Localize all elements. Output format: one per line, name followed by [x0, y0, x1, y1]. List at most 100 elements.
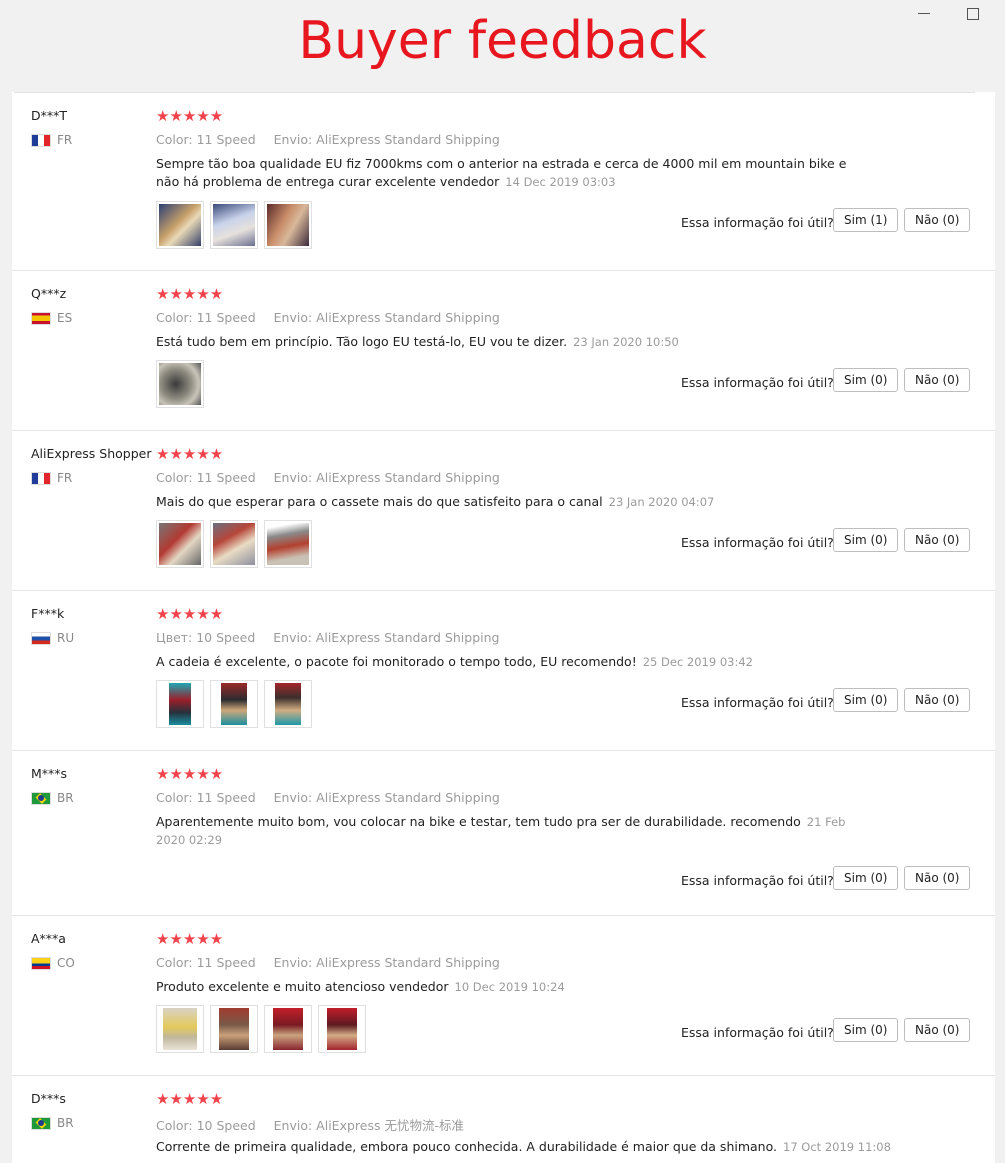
helpful-no-button[interactable]: Não (0) — [904, 688, 971, 712]
review-text-block: A cadeia é excelente, o pacote foi monit… — [156, 653, 856, 671]
review-date: 17 Oct 2019 11:08 — [783, 1140, 891, 1154]
helpful-prompt: Essa informação foi útil? — [681, 375, 834, 390]
review-meta: Color: 11 Speed Envio: AliExpress Standa… — [156, 470, 514, 485]
shipping-label: Envio: AliExpress Standard Shipping — [273, 310, 500, 325]
star-rating: ★★★★★ — [156, 930, 224, 948]
reviewer-name: M***s — [31, 766, 68, 781]
helpful-yes-button[interactable]: Sim (0) — [833, 528, 899, 552]
star-rating: ★★★★★ — [156, 765, 224, 783]
helpful-prompt: Essa informação foi útil? — [681, 1025, 834, 1040]
minimize-icon[interactable] — [918, 6, 932, 20]
review-photos — [156, 1005, 366, 1053]
maximize-icon[interactable] — [967, 8, 979, 20]
helpful-yes-button[interactable]: Sim (1) — [833, 208, 899, 232]
country-code: RU — [57, 631, 75, 645]
review-meta: Color: 10 Speed Envio: AliExpress 无忧物流-标… — [156, 1115, 478, 1134]
review-photo[interactable] — [210, 201, 258, 249]
review-item: A***a CO ★★★★★ Color: 11 Speed Envio: Al… — [12, 915, 995, 1076]
review-photos — [156, 680, 312, 728]
review-meta: Color: 11 Speed Envio: AliExpress Standa… — [156, 132, 514, 147]
review-item: D***s BR ★★★★★ Color: 10 Speed Envio: Al… — [12, 1075, 995, 1163]
variant-label: Color: 10 Speed — [156, 1118, 256, 1133]
review-text: A cadeia é excelente, o pacote foi monit… — [156, 654, 637, 669]
review-photo[interactable] — [318, 1005, 366, 1053]
review-date: 23 Jan 2020 10:50 — [573, 335, 679, 349]
variant-label: Цвет: 10 Speed — [156, 630, 256, 645]
review-photo[interactable] — [264, 201, 312, 249]
review-text-block: Aparentemente muito bom, vou colocar na … — [156, 813, 856, 849]
review-photo[interactable] — [156, 360, 204, 408]
review-photo[interactable] — [156, 201, 204, 249]
review-photo[interactable] — [156, 680, 204, 728]
reviewer-country: RU — [31, 631, 74, 645]
flag-es-icon — [31, 311, 51, 325]
helpful-no-button[interactable]: Não (0) — [904, 208, 971, 232]
review-text: Está tudo bem em princípio. Tão logo EU … — [156, 334, 568, 349]
review-text-block: Sempre tão boa qualidade EU fiz 7000kms … — [156, 155, 856, 191]
page-title: Buyer feedback — [298, 11, 707, 71]
shipping-label: Envio: AliExpress Standard Shipping — [273, 630, 500, 645]
review-photo[interactable] — [210, 520, 258, 568]
flag-fr-icon — [31, 133, 51, 147]
helpful-yes-button[interactable]: Sim (0) — [833, 368, 899, 392]
helpful-no-button[interactable]: Não (0) — [904, 528, 971, 552]
helpful-yes-button[interactable]: Sim (0) — [833, 1018, 899, 1042]
reviewer-country: BR — [31, 1116, 74, 1130]
reviewer-name: AliExpress Shopper — [31, 446, 152, 461]
review-text-block: Está tudo bem em princípio. Tão logo EU … — [156, 333, 856, 351]
review-meta: Color: 11 Speed Envio: AliExpress Standa… — [156, 310, 514, 325]
review-date: 10 Dec 2019 10:24 — [454, 980, 565, 994]
shipping-label: Envio: AliExpress 无忧物流-标准 — [273, 1118, 464, 1133]
helpful-prompt: Essa informação foi útil? — [681, 215, 834, 230]
review-date: 25 Dec 2019 03:42 — [642, 655, 753, 669]
country-code: FR — [57, 133, 73, 147]
review-photo[interactable] — [264, 520, 312, 568]
review-meta: Color: 11 Speed Envio: AliExpress Standa… — [156, 955, 514, 970]
country-code: BR — [57, 791, 74, 805]
country-code: FR — [57, 471, 73, 485]
country-code: CO — [57, 956, 75, 970]
review-photo[interactable] — [156, 1005, 204, 1053]
variant-label: Color: 11 Speed — [156, 470, 256, 485]
star-rating: ★★★★★ — [156, 107, 224, 125]
review-photos — [156, 201, 312, 249]
reviews-panel: D***T FR ★★★★★ Color: 11 Speed Envio: Al… — [12, 92, 995, 1163]
reviewer-name: Q***z — [31, 286, 67, 301]
review-photo[interactable] — [210, 1005, 258, 1053]
country-code: ES — [57, 311, 73, 325]
helpful-yes-button[interactable]: Sim (0) — [833, 866, 899, 890]
star-rating: ★★★★★ — [156, 1090, 224, 1108]
flag-co-icon — [31, 956, 51, 970]
review-photo[interactable] — [264, 680, 312, 728]
reviewer-country: FR — [31, 471, 72, 485]
review-item: M***s BR ★★★★★ Color: 11 Speed Envio: Al… — [12, 750, 995, 916]
star-rating: ★★★★★ — [156, 605, 224, 623]
variant-label: Color: 11 Speed — [156, 955, 256, 970]
helpful-yes-button[interactable]: Sim (0) — [833, 688, 899, 712]
review-photos — [156, 360, 204, 408]
flag-fr-icon — [31, 471, 51, 485]
review-meta: Color: 11 Speed Envio: AliExpress Standa… — [156, 790, 514, 805]
review-text-block: Produto excelente e muito atencioso vend… — [156, 978, 856, 996]
reviewer-name: D***T — [31, 108, 68, 123]
reviewer-country: CO — [31, 956, 75, 970]
review-photo[interactable] — [210, 680, 258, 728]
review-photo[interactable] — [156, 520, 204, 568]
review-date: 23 Jan 2020 04:07 — [608, 495, 715, 509]
review-text: Mais do que esperar para o cassete mais … — [156, 494, 603, 509]
review-text-block: Corrente de primeira qualidade, embora p… — [156, 1138, 916, 1156]
helpful-no-button[interactable]: Não (0) — [904, 866, 971, 890]
flag-br-icon — [31, 791, 51, 805]
reviewer-country: ES — [31, 311, 72, 325]
review-photo[interactable] — [264, 1005, 312, 1053]
review-item: D***T FR ★★★★★ Color: 11 Speed Envio: Al… — [12, 92, 995, 271]
reviewer-country: BR — [31, 791, 74, 805]
shipping-label: Envio: AliExpress Standard Shipping — [273, 790, 500, 805]
reviewer-name: A***a — [31, 931, 66, 946]
helpful-no-button[interactable]: Não (0) — [904, 368, 971, 392]
country-code: BR — [57, 1116, 74, 1130]
review-photos — [156, 520, 312, 568]
review-text: Aparentemente muito bom, vou colocar na … — [156, 814, 801, 829]
review-text-block: Mais do que esperar para o cassete mais … — [156, 493, 856, 511]
helpful-no-button[interactable]: Não (0) — [904, 1018, 971, 1042]
